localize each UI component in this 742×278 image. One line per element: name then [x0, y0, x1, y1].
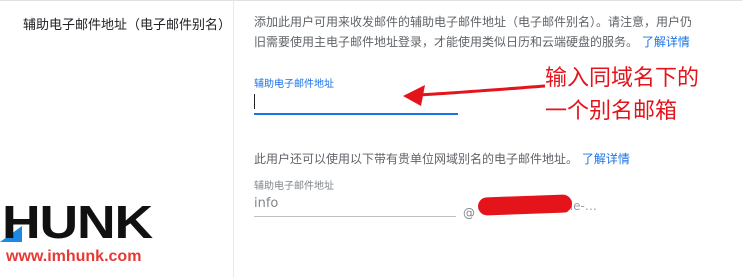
domain-alias-input-underline [254, 216, 456, 217]
at-sign: @ [463, 206, 475, 220]
top-divider [0, 0, 742, 1]
domain-alias-description: 此用户还可以使用以下带有贵单位网域别名的电子邮件地址。 了解详情 [254, 150, 630, 167]
domain-alias-field-label: 辅助电子邮件地址 [254, 181, 334, 192]
logo-text: HUNK [2, 196, 153, 244]
site-url: www.imhunk.com [6, 248, 142, 265]
annotation-line-2: 一个别名邮箱 [545, 99, 678, 124]
annotation-arrow-icon [403, 84, 546, 106]
hunk-logo-icon: HUNK [0, 196, 154, 244]
section-label: 辅助电子邮件地址（电子邮件别名） [23, 18, 232, 33]
domain-alias-description-text: 此用户还可以使用以下带有贵单位网域别名的电子邮件地址。 [254, 152, 579, 166]
text-caret [254, 94, 255, 109]
domain-alias-input: info [254, 196, 279, 211]
annotation-line-1: 输入同域名下的 [545, 66, 700, 91]
section-description-text: 添加此用户可用来收发邮件的辅助电子邮件地址（电子邮件别名）。请注意，用户仍旧需要… [254, 15, 693, 49]
domain-alias-learn-more-link[interactable]: 了解详情 [582, 152, 630, 166]
redaction-mark [477, 194, 573, 216]
column-divider [233, 0, 234, 278]
learn-more-link[interactable]: 了解详情 [642, 35, 690, 49]
section-description: 添加此用户可用来收发邮件的辅助电子邮件地址（电子邮件别名）。请注意，用户仍旧需要… [254, 12, 694, 52]
